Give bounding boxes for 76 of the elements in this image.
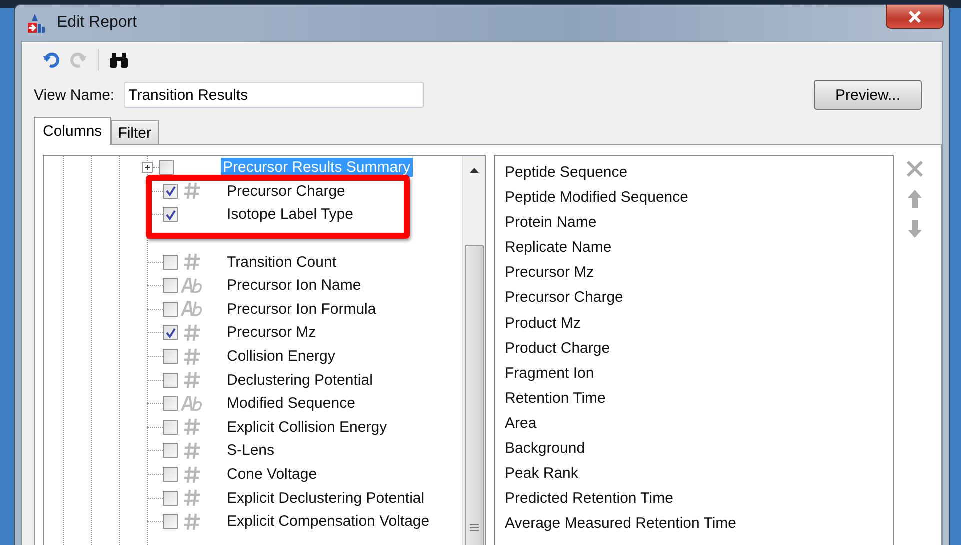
- list-item[interactable]: Retention Time: [505, 386, 893, 411]
- tree-item[interactable]: Isotope Label Type: [225, 205, 356, 224]
- hash-icon: [183, 417, 201, 438]
- preview-button[interactable]: Preview...: [814, 80, 922, 110]
- checkbox[interactable]: [163, 207, 178, 222]
- tree-item[interactable]: Explicit Collision Energy: [225, 418, 390, 437]
- checkbox[interactable]: [163, 349, 178, 364]
- tree-item[interactable]: Modified Sequence: [225, 394, 358, 414]
- checkbox[interactable]: [163, 184, 178, 199]
- close-button[interactable]: [886, 5, 944, 29]
- tab[interactable]: Filter: [111, 120, 159, 144]
- checkbox[interactable]: [163, 278, 178, 294]
- list-item[interactable]: Average Measured Retention Time: [505, 511, 893, 536]
- tree-item[interactable]: S-Lens: [225, 441, 277, 460]
- list-item[interactable]: Peptide Sequence: [505, 160, 893, 186]
- checkbox[interactable]: [163, 372, 178, 388]
- redo-icon: [70, 51, 88, 69]
- arrow-down-icon: [907, 219, 923, 239]
- list-item[interactable]: Replicate Name: [505, 235, 893, 260]
- checkbox[interactable]: [163, 302, 178, 317]
- grip-icon: [470, 524, 478, 532]
- hash-icon: [183, 370, 201, 390]
- hash-icon: [183, 488, 201, 508]
- hash-icon: [183, 440, 201, 461]
- scrollbar[interactable]: [462, 156, 485, 545]
- tree-item[interactable]: Precursor Charge: [225, 182, 348, 201]
- list-item[interactable]: Peak Rank: [505, 461, 893, 486]
- tab[interactable]: Columns: [34, 117, 112, 145]
- binoculars-icon: [109, 51, 129, 69]
- tree-item[interactable]: Precursor Ion Name: [225, 276, 364, 296]
- checkbox[interactable]: [163, 396, 178, 412]
- hash-icon: [183, 181, 201, 202]
- hash-icon: [183, 512, 201, 532]
- view-name-label: View Name:: [34, 86, 115, 104]
- window-title: Edit Report: [57, 14, 138, 32]
- checkbox[interactable]: [163, 467, 178, 482]
- tree-item[interactable]: Precursor Ion Formula: [225, 300, 378, 319]
- tree-item[interactable]: Explicit Compensation Voltage: [225, 512, 432, 532]
- hash-icon: [183, 252, 201, 272]
- arrow-up-icon: [907, 189, 923, 209]
- list-item[interactable]: Precursor Mz: [505, 260, 893, 286]
- undo-icon: [42, 51, 60, 69]
- list-item[interactable]: Peptide Modified Sequence: [505, 185, 893, 210]
- list-item[interactable]: Area: [505, 410, 893, 436]
- text-type-icon: [181, 396, 203, 412]
- close-icon: [908, 10, 922, 22]
- checkbox[interactable]: [163, 254, 178, 270]
- tree-item[interactable]: Collision Energy: [225, 347, 338, 366]
- tree-item[interactable]: Cone Voltage: [225, 465, 320, 484]
- text-type-icon: [181, 301, 203, 318]
- expand-icon[interactable]: [142, 162, 153, 174]
- list-item[interactable]: Predicted Retention Time: [505, 486, 893, 512]
- hash-icon: [183, 322, 201, 343]
- checkbox[interactable]: [163, 420, 178, 435]
- hash-icon: [183, 464, 201, 485]
- checkbox[interactable]: [159, 160, 174, 176]
- list-item[interactable]: Background: [505, 436, 893, 462]
- text-type-icon: [181, 278, 203, 294]
- checkbox[interactable]: [163, 443, 178, 458]
- hash-icon: [183, 346, 201, 367]
- list-item[interactable]: Protein Name: [505, 210, 893, 236]
- scroll-up-icon: [470, 168, 478, 173]
- close-icon: [905, 159, 925, 179]
- view-name-field[interactable]: Transition Results: [124, 82, 424, 108]
- tree-item[interactable]: Transition Count: [225, 252, 338, 272]
- tree-item[interactable]: Explicit Declustering Potential: [225, 488, 427, 508]
- list-item[interactable]: Product Charge: [505, 336, 893, 361]
- scroll-thumb[interactable]: [464, 245, 484, 545]
- list-item[interactable]: Product Mz: [505, 310, 893, 336]
- tree-item[interactable]: Precursor Mz: [225, 323, 318, 342]
- tree-item[interactable]: Declustering Potential: [225, 370, 375, 390]
- list-item[interactable]: Precursor Charge: [505, 285, 893, 311]
- checkbox[interactable]: [163, 514, 178, 530]
- checkbox[interactable]: [163, 490, 178, 506]
- checkbox[interactable]: [163, 325, 178, 340]
- list-item[interactable]: Fragment Ion: [505, 360, 893, 386]
